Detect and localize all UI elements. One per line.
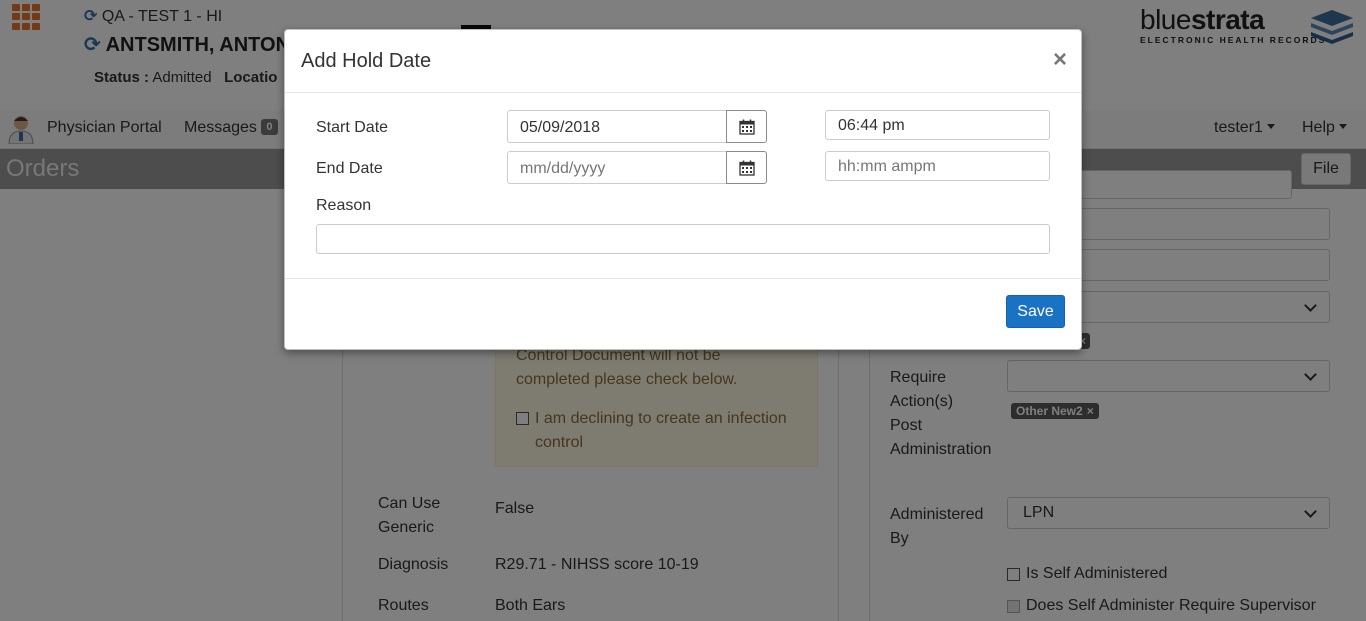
start-time-input[interactable]: 06:44 pm bbox=[825, 110, 1050, 140]
modal-title: Add Hold Date bbox=[301, 50, 432, 72]
end-date-calendar-button[interactable] bbox=[726, 151, 767, 184]
calendar-icon bbox=[739, 119, 755, 135]
close-icon[interactable]: × bbox=[1053, 48, 1067, 72]
save-button[interactable]: Save bbox=[1006, 295, 1065, 328]
modal-header: Add Hold Date × bbox=[285, 30, 1081, 93]
reason-input[interactable] bbox=[316, 224, 1050, 254]
end-time-input[interactable]: hh:mm ampm bbox=[825, 151, 1050, 181]
add-hold-date-modal: Add Hold Date × Start Date 05/09/2018 06… bbox=[284, 29, 1082, 350]
reason-label: Reason bbox=[316, 197, 372, 214]
end-date-label: End Date bbox=[316, 160, 383, 177]
start-date-calendar-button[interactable] bbox=[726, 110, 767, 143]
start-date-input[interactable]: 05/09/2018 bbox=[507, 110, 728, 143]
modal-footer: Save bbox=[285, 278, 1081, 351]
end-date-input[interactable]: mm/dd/yyyy bbox=[507, 151, 728, 184]
calendar-icon bbox=[739, 160, 755, 176]
start-date-label: Start Date bbox=[316, 119, 389, 136]
